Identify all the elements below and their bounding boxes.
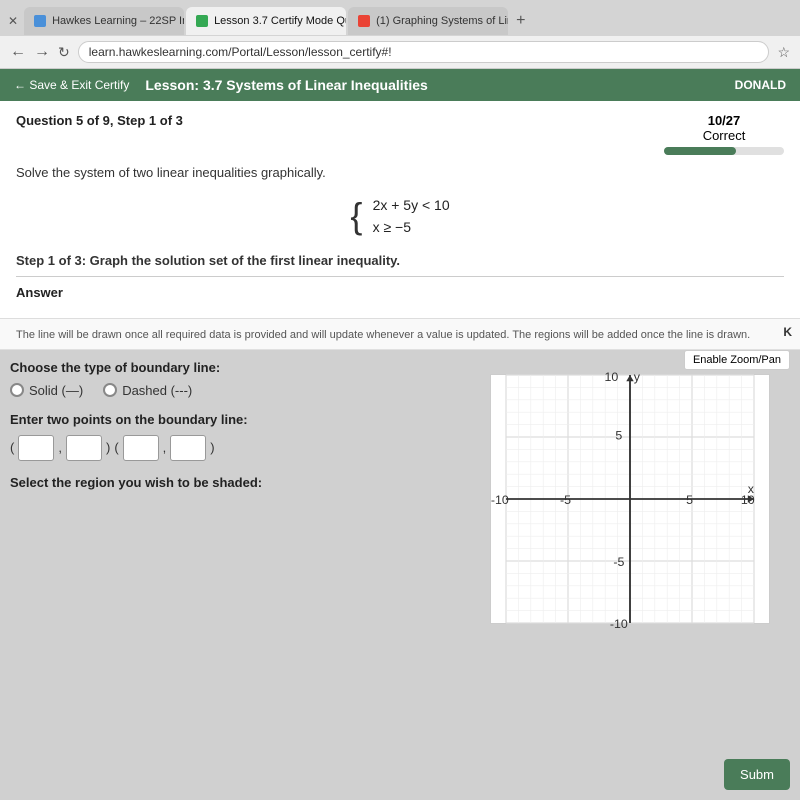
step-instruction: Step 1 of 3: Graph the solution set of t… [16,253,270,268]
tab-bar: ✕ Hawkes Learning – 22SP Intern ✕ Lesson… [0,0,800,36]
close-button[interactable]: ✕ [8,14,18,28]
reload-icon[interactable]: ↻ [58,44,70,61]
tick-5-y: 5 [615,428,622,442]
tab-certify[interactable]: Lesson 3.7 Certify Mode Quest ✕ [186,7,346,35]
forward-nav-icon[interactable]: → [34,43,50,61]
tab-graphing-label: (1) Graphing Systems of Linea [376,15,508,27]
browser-chrome: ✕ Hawkes Learning – 22SP Intern ✕ Lesson… [0,0,800,69]
equation-box: { 2x + 5y < 10 x ≥ −5 [16,194,784,239]
solid-radio-circle[interactable] [10,383,24,397]
score-number: 10/27 [664,113,784,128]
answer-label: Answer [16,285,784,300]
comma2: , [163,440,167,455]
tick-5-x: 5 [686,493,693,507]
info-bar: The line will be drawn once all required… [0,319,800,350]
dashed-radio-item[interactable]: Dashed (---) [103,383,192,398]
address-bar: ← → ↻ learn.hawkeslearning.com/Portal/Le… [0,36,800,69]
tab-certify-label: Lesson 3.7 Certify Mode Quest [214,15,346,27]
question-header: Question 5 of 9, Step 1 of 3 10/27 Corre… [16,113,784,155]
step-bold: first [270,253,295,268]
tick-neg5-x: -5 [560,493,571,507]
score-bar [664,147,784,155]
user-label: DONALD [735,78,786,92]
solid-radio-item[interactable]: Solid (—) [10,383,83,398]
dashed-label: Dashed (---) [122,383,192,398]
close-paren2: ) [210,440,214,455]
point2-y-input[interactable] [170,435,206,461]
step-instruction2: linear inequality. [295,253,400,268]
y-axis-label: y [634,370,641,384]
solid-label: Solid (—) [29,383,83,398]
tick-10-x: 10 [741,493,755,507]
tick-neg5-y: -5 [613,555,624,569]
zoom-pan-button[interactable]: Enable Zoom/Pan [684,350,790,370]
question-area: Question 5 of 9, Step 1 of 3 10/27 Corre… [0,101,800,319]
comma1: , [58,440,62,455]
bookmark-icon[interactable]: ☆ [777,44,790,61]
back-nav-icon[interactable]: ← [10,43,26,61]
tick-neg10-y: -10 [610,617,628,631]
point2-x-input[interactable] [123,435,159,461]
divider [16,276,784,277]
brace-symbol: { [350,195,362,236]
open-paren2: ( [114,440,118,455]
controls-panel: Choose the type of boundary line: Solid … [10,350,474,624]
k-label: K [783,325,792,339]
interactive-area: Choose the type of boundary line: Solid … [0,350,800,634]
save-exit-button[interactable]: ← Save & Exit Certify [14,78,129,92]
boundary-radio-group: Solid (—) Dashed (---) [10,383,474,398]
coordinate-graph[interactable]: x y -10 -5 5 10 5 -5 -10 10 [490,374,770,624]
submit-button[interactable]: Subm [724,759,790,790]
score-block: 10/27 Correct [664,113,784,155]
score-fill [664,147,736,155]
graph-panel: Enable Zoom/Pan [490,350,790,624]
close-paren1: ) [106,440,110,455]
tab-hawkes-label: Hawkes Learning – 22SP Intern [52,15,184,27]
add-tab-button[interactable]: + [510,7,531,35]
graphing-tab-icon [358,15,370,27]
equation-line1: 2x + 5y < 10 [373,194,450,216]
equation-line2: x ≥ −5 [373,216,450,238]
app-header: ← Save & Exit Certify Lesson: 3.7 System… [0,69,800,101]
point1-y-input[interactable] [66,435,102,461]
problem-statement: Solve the system of two linear inequalit… [16,165,784,180]
point1-x-input[interactable] [18,435,54,461]
hawkes-tab-icon [34,15,46,27]
equation-lines: 2x + 5y < 10 x ≥ −5 [373,194,450,239]
boundary-title: Choose the type of boundary line: [10,360,474,375]
points-title: Enter two points on the boundary line: [10,412,474,427]
address-input[interactable]: learn.hawkeslearning.com/Portal/Lesson/l… [78,41,770,63]
correct-label: Correct [664,128,784,143]
dashed-radio-circle[interactable] [103,383,117,397]
tab-graphing[interactable]: (1) Graphing Systems of Linea ✕ [348,7,508,35]
question-label: Question 5 of 9, Step 1 of 3 [16,113,183,128]
tick-neg10-x: -10 [491,493,509,507]
open-paren1: ( [10,440,14,455]
points-row: ( , ) ( , ) [10,435,474,461]
y-axis-arrow [626,375,633,381]
step-label: Step 1 of 3: Graph the solution set of t… [16,253,784,268]
certify-tab-icon [196,15,208,27]
shade-title: Select the region you wish to be shaded: [10,475,474,490]
tick-10-y: 10 [605,370,619,384]
lesson-title: Lesson: 3.7 Systems of Linear Inequaliti… [145,77,427,93]
info-text: The line will be drawn once all required… [0,319,800,349]
tab-hawkes[interactable]: Hawkes Learning – 22SP Intern ✕ [24,7,184,35]
